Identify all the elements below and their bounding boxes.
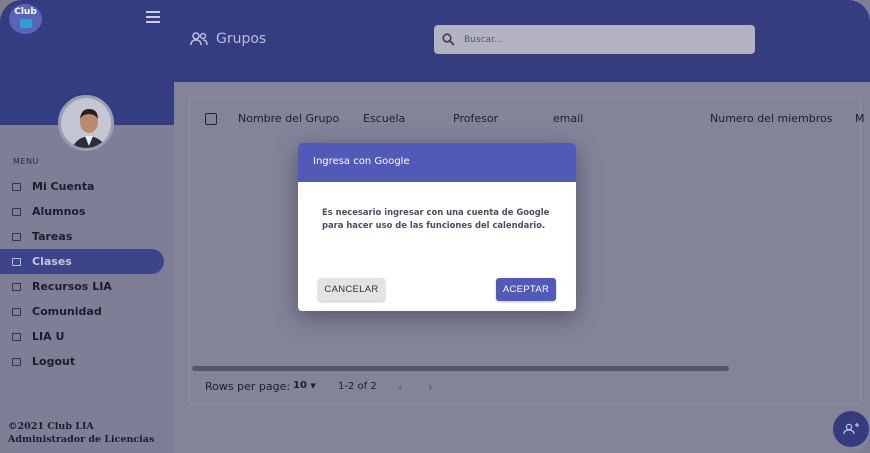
pagination-range: 1-2 of 2 — [338, 381, 377, 392]
chat-icon — [12, 307, 21, 316]
column-header-profesor[interactable]: Profesor — [453, 112, 498, 125]
sidebar-footer: ©2021 Club LIA Administrador de Licencia… — [8, 421, 155, 445]
column-header-nombre[interactable]: Nombre del Grupo — [238, 112, 339, 125]
user-avatar-icon — [61, 98, 111, 148]
sidebar-item-label: Tareas — [32, 230, 73, 243]
table-header: Nombre del Grupo Escuela Profesor email … — [190, 106, 865, 132]
grid-icon — [12, 332, 21, 341]
cancel-button[interactable]: CANCELAR — [318, 278, 385, 301]
sidebar-item-lia-u[interactable]: LIA U — [0, 324, 164, 349]
dialog-header: Ingresa con Google — [298, 143, 576, 182]
sidebar-item-alumnos[interactable]: Alumnos — [0, 199, 164, 224]
list-icon — [12, 282, 21, 291]
hamburger-menu-icon[interactable] — [146, 11, 160, 23]
dialog-title: Ingresa con Google — [313, 156, 410, 167]
sidebar: Club MENU Mi Cuenta Alumnos Tareas Clase… — [0, 0, 174, 453]
sidebar-item-label: Recursos LIA — [32, 280, 112, 293]
google-login-dialog: Ingresa con Google Es necesario ingresar… — [298, 143, 576, 311]
sidebar-item-label: Alumnos — [32, 205, 86, 218]
next-page-icon[interactable]: › — [428, 380, 433, 394]
page-title: Grupos — [216, 31, 267, 47]
sidebar-item-mi-cuenta[interactable]: Mi Cuenta — [0, 174, 164, 199]
sidebar-item-tareas[interactable]: Tareas — [0, 224, 164, 249]
sidebar-item-comunidad[interactable]: Comunidad — [0, 299, 164, 324]
chevron-down-icon: ▼ — [310, 382, 316, 390]
search-input[interactable] — [464, 34, 734, 45]
sidebar-item-recursos-lia[interactable]: Recursos LIA — [0, 274, 164, 299]
column-header-escuela[interactable]: Escuela — [363, 112, 405, 125]
sidebar-item-logout[interactable]: Logout — [0, 349, 164, 374]
accept-button[interactable]: ACEPTAR — [496, 278, 556, 301]
menu-section-label: MENU — [13, 157, 39, 166]
logout-icon — [12, 357, 21, 366]
logo-text: Club — [14, 7, 37, 17]
sidebar-item-label: Mi Cuenta — [32, 180, 95, 193]
search-box[interactable] — [434, 25, 755, 54]
rows-per-page-value: 10 — [293, 380, 307, 391]
top-bar: Grupos — [174, 0, 870, 82]
horizontal-scrollbar[interactable] — [192, 366, 729, 371]
logo-mark — [19, 19, 32, 28]
sidebar-item-clases[interactable]: Clases — [0, 249, 164, 274]
sidebar-item-label: Logout — [32, 355, 76, 368]
group-add-icon — [843, 423, 859, 435]
add-group-button[interactable] — [833, 411, 869, 447]
rows-per-page-label: Rows per page: — [205, 380, 291, 393]
sidebar-item-label: LIA U — [32, 330, 65, 343]
people-icon — [12, 257, 21, 266]
people-icon — [190, 32, 208, 46]
prev-page-icon[interactable]: ‹ — [398, 380, 403, 394]
dialog-message: Es necesario ingresar con una cuenta de … — [322, 207, 550, 230]
sidebar-item-label: Clases — [32, 255, 72, 268]
column-header-m[interactable]: M — [855, 112, 865, 125]
search-icon — [442, 33, 455, 46]
column-header-miembros[interactable]: Numero del miembros — [710, 112, 832, 125]
id-icon — [12, 207, 21, 216]
rows-per-page-select[interactable]: 10 ▼ — [293, 380, 316, 391]
avatar[interactable] — [58, 95, 114, 151]
clipboard-icon — [12, 232, 21, 241]
app-window: Club MENU Mi Cuenta Alumnos Tareas Clase… — [0, 0, 870, 453]
select-all-checkbox[interactable] — [205, 113, 217, 125]
sidebar-item-label: Comunidad — [32, 305, 102, 318]
card-icon — [12, 182, 21, 191]
club-lia-logo[interactable]: Club — [9, 4, 42, 34]
column-header-email[interactable]: email — [553, 112, 583, 125]
